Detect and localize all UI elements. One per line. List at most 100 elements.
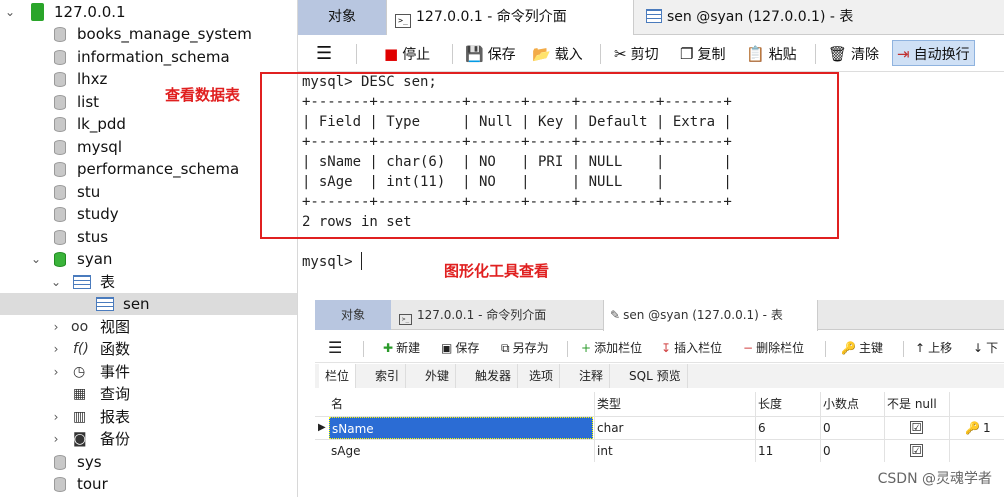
tab-comments[interactable]: 注释 <box>573 364 611 388</box>
key-order: 1 <box>983 421 991 435</box>
copy-button[interactable]: ❐ 复制 <box>680 41 725 67</box>
tab-table[interactable]: ✎ sen @syan (127.0.0.1) - 表 <box>603 300 818 331</box>
field-decimals-cell[interactable]: 0 <box>823 440 831 462</box>
stop-button[interactable]: ■ 停止 <box>384 41 430 67</box>
toolbar-separator <box>825 341 826 357</box>
save-button[interactable]: ▣ 保存 <box>441 338 479 358</box>
key-icon: 🔑 <box>841 341 856 355</box>
chevron-right-icon[interactable]: › <box>50 428 62 450</box>
menu-button[interactable]: ☰ <box>328 338 342 358</box>
tree-db-item[interactable]: lhxz <box>0 68 298 90</box>
tree-db-item[interactable]: performance_schema <box>0 158 298 180</box>
cut-label: 剪切 <box>630 47 659 63</box>
chevron-right-icon[interactable]: › <box>50 406 62 428</box>
move-down-button[interactable]: ↓ 下 <box>973 338 998 358</box>
chevron-right-icon[interactable]: › <box>50 361 62 383</box>
tab-console[interactable]: >_ 127.0.0.1 - 命令列介面 <box>386 0 634 35</box>
table-design-icon: ✎ <box>610 308 621 322</box>
not-null-checkbox[interactable]: ☑ <box>910 421 923 434</box>
table-row[interactable]: sAge int 11 0 ☑ <box>315 439 1004 462</box>
tree-table-sen[interactable]: sen <box>0 293 297 315</box>
tree-group-events[interactable]: › ◷ 事件 <box>0 361 298 383</box>
save-label: 保存 <box>487 47 516 63</box>
tab-options[interactable]: 选项 <box>523 364 561 388</box>
field-type-cell[interactable]: char <box>597 417 624 439</box>
add-field-label: 添加栏位 <box>594 341 643 355</box>
key-icon: 🔑 <box>965 421 980 435</box>
tree-db-item[interactable]: lk_pdd <box>0 113 298 135</box>
toolbar-separator <box>903 341 904 357</box>
field-length-cell[interactable]: 6 <box>758 417 766 439</box>
tree-connection[interactable]: ⌄ 127.0.0.1 <box>0 1 298 23</box>
chevron-right-icon[interactable]: › <box>50 316 62 338</box>
tab-indexes[interactable]: 索引 <box>369 364 407 388</box>
word-wrap-toggle[interactable]: ⇥ 自动换行 <box>892 40 975 66</box>
tree-group-backups[interactable]: › ◙ 备份 <box>0 428 298 450</box>
cut-button[interactable]: ✂ 剪切 <box>614 41 659 67</box>
console-prompt-line[interactable]: mysql> <box>302 252 363 272</box>
tree-group-views[interactable]: › oo 视图 <box>0 316 298 338</box>
tree-db-item[interactable]: mysql <box>0 136 298 158</box>
column-header-type[interactable]: 类型 <box>597 392 621 416</box>
move-up-label: 上移 <box>928 341 953 355</box>
tree-group-queries[interactable]: ▦ 查询 <box>0 383 298 405</box>
tab-console[interactable]: >_ 127.0.0.1 - 命令列介面 <box>393 300 603 330</box>
tree-db-item[interactable]: books_manage_system <box>0 23 298 45</box>
chevron-down-icon[interactable]: ⌄ <box>4 1 16 23</box>
tab-sql-preview[interactable]: SQL 预览 <box>623 364 688 388</box>
field-decimals-cell[interactable]: 0 <box>823 417 831 439</box>
tree-db-item[interactable]: list <box>0 91 298 113</box>
field-name-cell[interactable]: sAge <box>331 440 360 462</box>
field-length-cell[interactable]: 11 <box>758 440 773 462</box>
tree-group-label: 视图 <box>100 318 131 336</box>
new-button[interactable]: ✚ 新建 <box>383 338 420 358</box>
column-header-name[interactable]: 名 <box>331 392 343 416</box>
load-button[interactable]: 📂 载入 <box>532 41 583 67</box>
tree-db-item[interactable]: stus <box>0 226 298 248</box>
tab-foreign-keys[interactable]: 外键 <box>419 364 457 388</box>
chevron-down-icon[interactable]: ⌄ <box>50 271 62 293</box>
scissors-icon: ✂ <box>614 45 627 63</box>
database-icon <box>54 140 66 155</box>
query-icon: ▦ <box>73 386 87 402</box>
field-name-cell[interactable]: sName <box>329 417 593 439</box>
tree-group-tables[interactable]: ⌄ 表 <box>0 271 298 293</box>
tree-db-item[interactable]: stu <box>0 181 298 203</box>
tree-db-item[interactable]: sys <box>0 451 298 473</box>
stop-label: 停止 <box>402 47 431 63</box>
tree-db-item[interactable]: study <box>0 203 298 225</box>
tab-fields[interactable]: 栏位 <box>319 364 357 388</box>
delete-field-button[interactable]: − 删除栏位 <box>743 338 804 358</box>
tab-table[interactable]: sen @syan (127.0.0.1) - 表 <box>638 0 898 35</box>
folder-icon: 📂 <box>532 45 551 63</box>
tab-objects[interactable]: 对象 <box>298 0 386 35</box>
tree-db-open[interactable]: ⌄ syan <box>0 248 298 270</box>
clear-button[interactable]: 🗑 清除 <box>828 41 879 67</box>
not-null-checkbox[interactable]: ☑ <box>910 444 923 457</box>
paste-button[interactable]: 📋 粘贴 <box>746 41 797 67</box>
column-header-length[interactable]: 长度 <box>758 392 782 416</box>
tree-db-item[interactable]: tour <box>0 473 298 495</box>
navigation-tree: ⌄ 127.0.0.1 books_manage_system informat… <box>0 0 298 497</box>
chevron-down-icon[interactable]: ⌄ <box>30 248 42 270</box>
insert-field-button[interactable]: ↧ 插入栏位 <box>661 338 722 358</box>
save-as-button[interactable]: ⧉ 另存为 <box>501 338 549 358</box>
chevron-right-icon[interactable]: › <box>50 338 62 360</box>
tree-group-functions[interactable]: › f() 函数 <box>0 338 298 360</box>
add-field-button[interactable]: + 添加栏位 <box>581 338 642 358</box>
move-up-button[interactable]: ↑ 上移 <box>915 338 952 358</box>
table-row[interactable]: ▶ sName char 6 0 ☑ 🔑 1 <box>315 416 1004 439</box>
primary-key-button[interactable]: 🔑 主键 <box>841 338 883 358</box>
column-header-decimals[interactable]: 小数点 <box>823 392 859 416</box>
tab-objects[interactable]: 对象 <box>315 300 391 330</box>
tab-triggers[interactable]: 触发器 <box>469 364 519 388</box>
menu-button[interactable]: ☰ <box>316 41 332 67</box>
tab-console-label: 127.0.0.1 - 命令列介面 <box>417 308 547 322</box>
column-header-not-null[interactable]: 不是 null <box>887 392 937 416</box>
tree-db-label: list <box>77 93 100 111</box>
tab-table-label: sen @syan (127.0.0.1) - 表 <box>667 9 854 25</box>
tree-db-item[interactable]: information_schema <box>0 46 298 68</box>
field-type-cell[interactable]: int <box>597 440 613 462</box>
save-button[interactable]: 💾 保存 <box>465 41 516 67</box>
tree-group-reports[interactable]: › ▥ 报表 <box>0 406 298 428</box>
